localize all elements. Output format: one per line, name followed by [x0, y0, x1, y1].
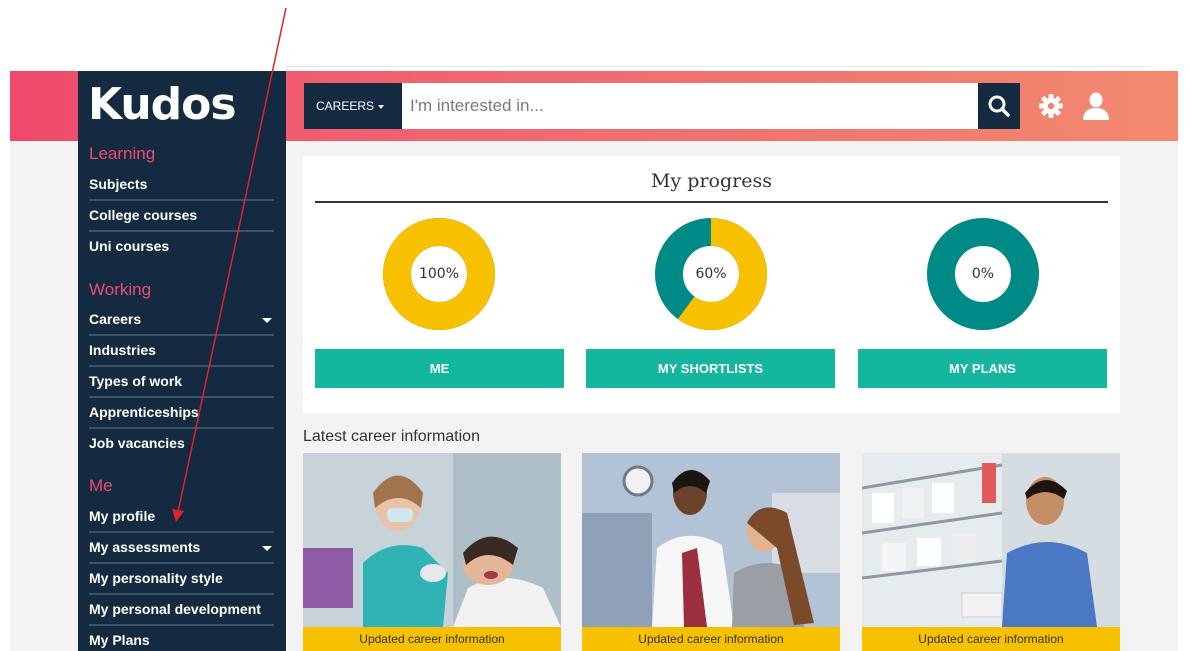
latest-career-heading: Latest career information: [303, 428, 480, 445]
caret-down-icon: [262, 546, 272, 551]
me-button[interactable]: ME: [315, 349, 564, 388]
progress-donut-plans: 0%: [927, 218, 1039, 330]
career-card-image: [862, 453, 1120, 627]
sidebar-item-my-profile[interactable]: My profile: [89, 502, 274, 533]
sidebar-item-label: Careers: [89, 311, 142, 327]
career-card-pharmacy[interactable]: Updated career information: [862, 453, 1120, 651]
user-icon: [1083, 92, 1109, 120]
sidebar-heading-me: Me: [89, 476, 113, 495]
progress-divider: [315, 201, 1108, 203]
sidebar-item-apprenticeships[interactable]: Apprenticeships: [89, 398, 274, 429]
sidebar-heading-learning: Learning: [89, 144, 156, 163]
sidebar-item-my-personality-style[interactable]: My personality style: [89, 564, 274, 595]
card-caption: Updated career information: [303, 627, 561, 651]
sidebar: Kudos Learning Subjects College courses …: [78, 71, 286, 651]
donut-percent-label: 60%: [695, 266, 727, 282]
sidebar-item-uni-courses[interactable]: Uni courses: [89, 232, 274, 263]
career-card-dentist[interactable]: Updated career information: [303, 453, 561, 651]
donut-percent-label: 100%: [418, 266, 460, 282]
caret-down-icon: [262, 318, 272, 323]
progress-title: My progress: [651, 170, 772, 192]
sidebar-item-college-courses[interactable]: College courses: [89, 201, 274, 232]
sidebar-item-subjects[interactable]: Subjects: [89, 170, 274, 201]
account-button[interactable]: [1080, 90, 1112, 122]
kudos-logo[interactable]: Kudos: [88, 79, 237, 130]
sidebar-heading-working: Working: [89, 280, 152, 299]
card-caption: Updated career information: [582, 627, 840, 651]
sidebar-item-my-plans[interactable]: My Plans: [89, 626, 274, 651]
donut-percent-label: 0%: [971, 266, 995, 282]
career-card-image: [582, 453, 840, 627]
top-divider: [285, 66, 1150, 67]
my-plans-button[interactable]: MY PLANS: [858, 349, 1107, 388]
page-root: Kudos Learning Subjects College courses …: [0, 0, 1190, 651]
gear-icon: [1039, 94, 1063, 118]
caret-down-icon: [378, 104, 385, 109]
sidebar-item-my-personal-development[interactable]: My personal development: [89, 595, 274, 626]
search-input[interactable]: [402, 83, 978, 129]
career-card-doctor[interactable]: Updated career information: [582, 453, 840, 651]
sidebar-item-job-vacancies[interactable]: Job vacancies: [89, 429, 274, 460]
sidebar-item-careers[interactable]: Careers: [89, 305, 274, 336]
progress-card: My progress 100% 60% 0% ME MY SHORTLISTS: [303, 156, 1120, 413]
sidebar-item-label: My assessments: [89, 539, 201, 555]
sidebar-item-types-of-work[interactable]: Types of work: [89, 367, 274, 398]
careers-dropdown-button[interactable]: CAREERS: [304, 83, 402, 129]
settings-button[interactable]: [1037, 92, 1065, 120]
sidebar-item-my-assessments[interactable]: My assessments: [89, 533, 274, 564]
my-shortlists-button[interactable]: MY SHORTLISTS: [586, 349, 835, 388]
career-card-image: [303, 453, 561, 627]
card-caption: Updated career information: [862, 627, 1120, 651]
search-icon: [988, 95, 1010, 117]
search-button[interactable]: [978, 83, 1020, 129]
careers-dropdown-label: CAREERS: [316, 99, 375, 113]
sidebar-item-industries[interactable]: Industries: [89, 336, 274, 367]
progress-donut-shortlists: 60%: [655, 218, 767, 330]
progress-donut-me: 100%: [383, 218, 495, 330]
